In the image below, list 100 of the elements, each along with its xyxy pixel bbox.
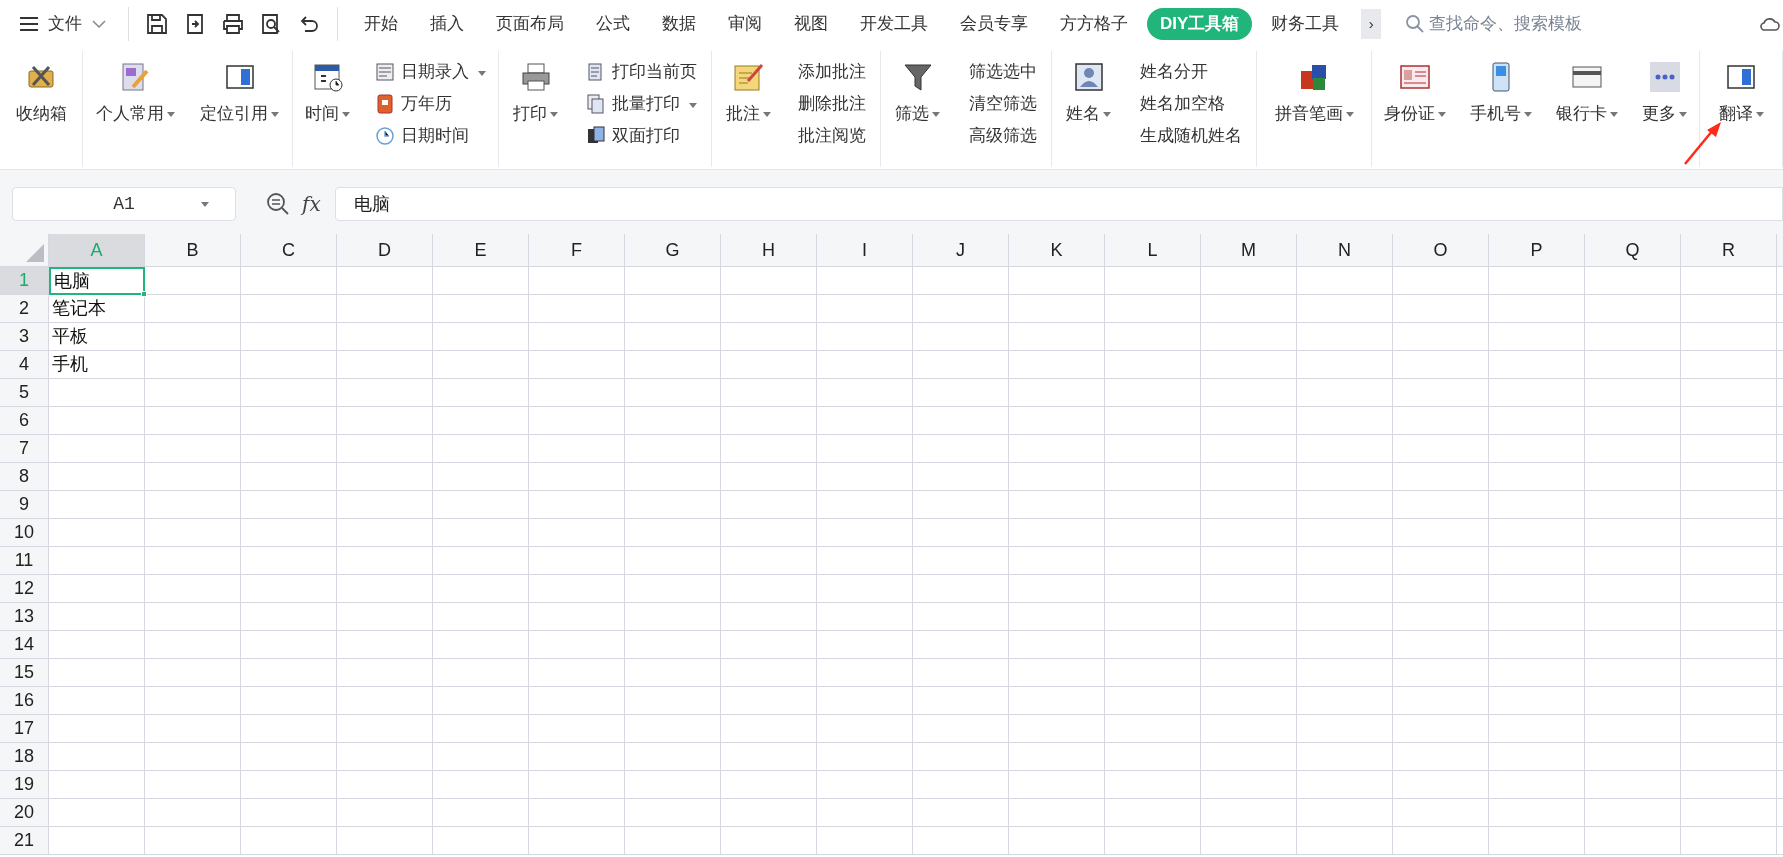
ribbon-button[interactable]: 翻译 — [1718, 59, 1764, 127]
row-header[interactable]: 4 — [0, 351, 49, 379]
dots-icon — [1648, 61, 1681, 93]
ribbon-tab[interactable]: 插入 — [414, 8, 480, 40]
column-header[interactable]: D — [337, 234, 433, 267]
row-header[interactable]: 11 — [0, 547, 49, 575]
ribbon-button[interactable]: 批注 — [725, 59, 771, 127]
ribbon-button[interactable]: 银行卡 — [1556, 59, 1618, 127]
row-header[interactable]: 7 — [0, 435, 49, 463]
column-header[interactable]: R — [1681, 234, 1777, 267]
row-header[interactable]: 5 — [0, 379, 49, 407]
row-header[interactable]: 19 — [0, 771, 49, 799]
book-icon — [374, 94, 395, 114]
ribbon-small-button[interactable]: 双面打印 — [586, 123, 697, 149]
formula-input[interactable]: 电脑 — [334, 187, 1783, 221]
ribbon-tab[interactable]: 会员专享 — [944, 8, 1044, 40]
save-icon[interactable] — [145, 12, 169, 36]
ribbon-tab[interactable]: 开始 — [348, 8, 414, 40]
file-menu[interactable]: 文件 — [20, 7, 129, 41]
ribbon-tab[interactable]: 审阅 — [712, 8, 778, 40]
select-all-icon — [26, 244, 44, 262]
ribbon-small-button[interactable]: 添加批注 — [798, 59, 867, 85]
documents-icon — [586, 94, 606, 114]
ribbon-tab[interactable]: 财务工具 — [1255, 8, 1356, 40]
ribbon-small-button[interactable]: 万年历 — [374, 91, 486, 117]
table-cell: 平板 — [49, 323, 145, 351]
row-header[interactable]: 20 — [0, 799, 49, 827]
form-icon — [374, 62, 395, 82]
ribbon-button[interactable]: 手机号 — [1470, 59, 1532, 127]
ribbon-small-button[interactable]: 生成随机姓名 — [1139, 123, 1242, 149]
menu-icon — [20, 17, 38, 31]
ribbon-button[interactable]: 身份证 — [1384, 59, 1446, 127]
ribbon-button[interactable]: 筛选 — [895, 59, 941, 127]
ribbon-small-button[interactable]: 批注阅览 — [798, 123, 867, 149]
column-header[interactable]: B — [145, 234, 241, 267]
chevron-down-icon — [92, 20, 106, 28]
column-header[interactable]: I — [817, 234, 913, 267]
row-header[interactable]: 18 — [0, 743, 49, 771]
search-icon — [1405, 14, 1426, 34]
table-cell: 笔记本 — [49, 295, 145, 323]
ribbon-small-button[interactable]: 日期时间 — [374, 123, 486, 149]
ribbon-button[interactable]: 定位引用 — [200, 59, 280, 127]
zoom-icon — [266, 192, 290, 216]
column-header[interactable]: H — [721, 234, 817, 267]
fill-handle[interactable] — [141, 291, 147, 297]
ribbon-small-button[interactable]: 姓名分开 — [1139, 59, 1242, 85]
row-header[interactable]: 8 — [0, 463, 49, 491]
column-header[interactable]: J — [913, 234, 1009, 267]
ribbon-button[interactable]: 收纳箱 — [15, 59, 67, 127]
ribbon-small-button[interactable]: 清空筛选 — [968, 91, 1037, 117]
ribbon-button[interactable]: 个人常用 — [95, 59, 175, 127]
row-header[interactable]: 2 — [0, 295, 49, 323]
row-header[interactable]: 9 — [0, 491, 49, 519]
row-header[interactable]: 3 — [0, 323, 49, 351]
row-header[interactable]: 17 — [0, 715, 49, 743]
row-header[interactable]: 15 — [0, 659, 49, 687]
table-cell: 手机 — [49, 351, 145, 379]
column-header[interactable]: O — [1393, 234, 1489, 267]
ribbon-small-button[interactable]: 批量打印 — [586, 91, 697, 117]
ribbon-button[interactable]: 姓名 — [1066, 59, 1112, 127]
ribbon-tab[interactable]: 公式 — [580, 8, 646, 40]
ribbon-small-button[interactable]: 打印当前页 — [586, 59, 697, 85]
row-header[interactable]: 12 — [0, 575, 49, 603]
column-header[interactable]: K — [1009, 234, 1105, 267]
name-box[interactable]: A1 — [12, 187, 236, 221]
column-header[interactable]: Q — [1585, 234, 1681, 267]
row-header[interactable]: 6 — [0, 407, 49, 435]
column-header[interactable]: C — [241, 234, 337, 267]
row-header[interactable]: 13 — [0, 603, 49, 631]
ribbon-small-button[interactable]: 删除批注 — [798, 91, 867, 117]
column-header[interactable]: F — [529, 234, 625, 267]
column-header[interactable]: P — [1489, 234, 1585, 267]
column-header[interactable]: M — [1201, 234, 1297, 267]
column-header[interactable]: L — [1105, 234, 1201, 267]
table-cell: 电脑 — [49, 267, 145, 295]
row-header[interactable]: 10 — [0, 519, 49, 547]
ribbon-tab[interactable]: 方方格子 — [1044, 8, 1144, 40]
ribbon-button[interactable]: 拼音笔画 — [1274, 59, 1354, 127]
row-header[interactable]: 14 — [0, 631, 49, 659]
ribbon-small-button[interactable]: 筛选选中 — [968, 59, 1037, 85]
ribbon-tab[interactable]: 视图 — [778, 8, 844, 40]
search-field[interactable]: 查找命令、搜索模板 — [1405, 11, 1666, 37]
column-header[interactable]: E — [433, 234, 529, 267]
print-icon[interactable] — [221, 12, 245, 36]
row-header[interactable]: 21 — [0, 827, 49, 855]
person-card-icon — [1072, 61, 1105, 93]
ribbon-tab[interactable]: 数据 — [646, 8, 712, 40]
ribbon-small-button[interactable]: 日期录入 — [374, 59, 486, 85]
row-header[interactable]: 16 — [0, 687, 49, 715]
ribbon-button[interactable]: 时间 — [305, 59, 351, 127]
ribbon-button[interactable]: 更多 — [1642, 59, 1687, 127]
ribbon-tab[interactable]: 开发工具 — [844, 8, 944, 40]
ribbon-small-button[interactable]: 姓名加空格 — [1139, 91, 1242, 117]
ribbon-button[interactable]: 打印 — [513, 59, 558, 127]
ribbon-small-button[interactable]: 高级筛选 — [968, 123, 1037, 149]
two-pages-icon — [586, 126, 606, 146]
column-header[interactable]: N — [1297, 234, 1393, 267]
ribbon-tab[interactable]: 页面布局 — [480, 8, 580, 40]
more-tabs-button[interactable]: › — [1361, 9, 1382, 39]
column-header[interactable]: G — [625, 234, 721, 267]
